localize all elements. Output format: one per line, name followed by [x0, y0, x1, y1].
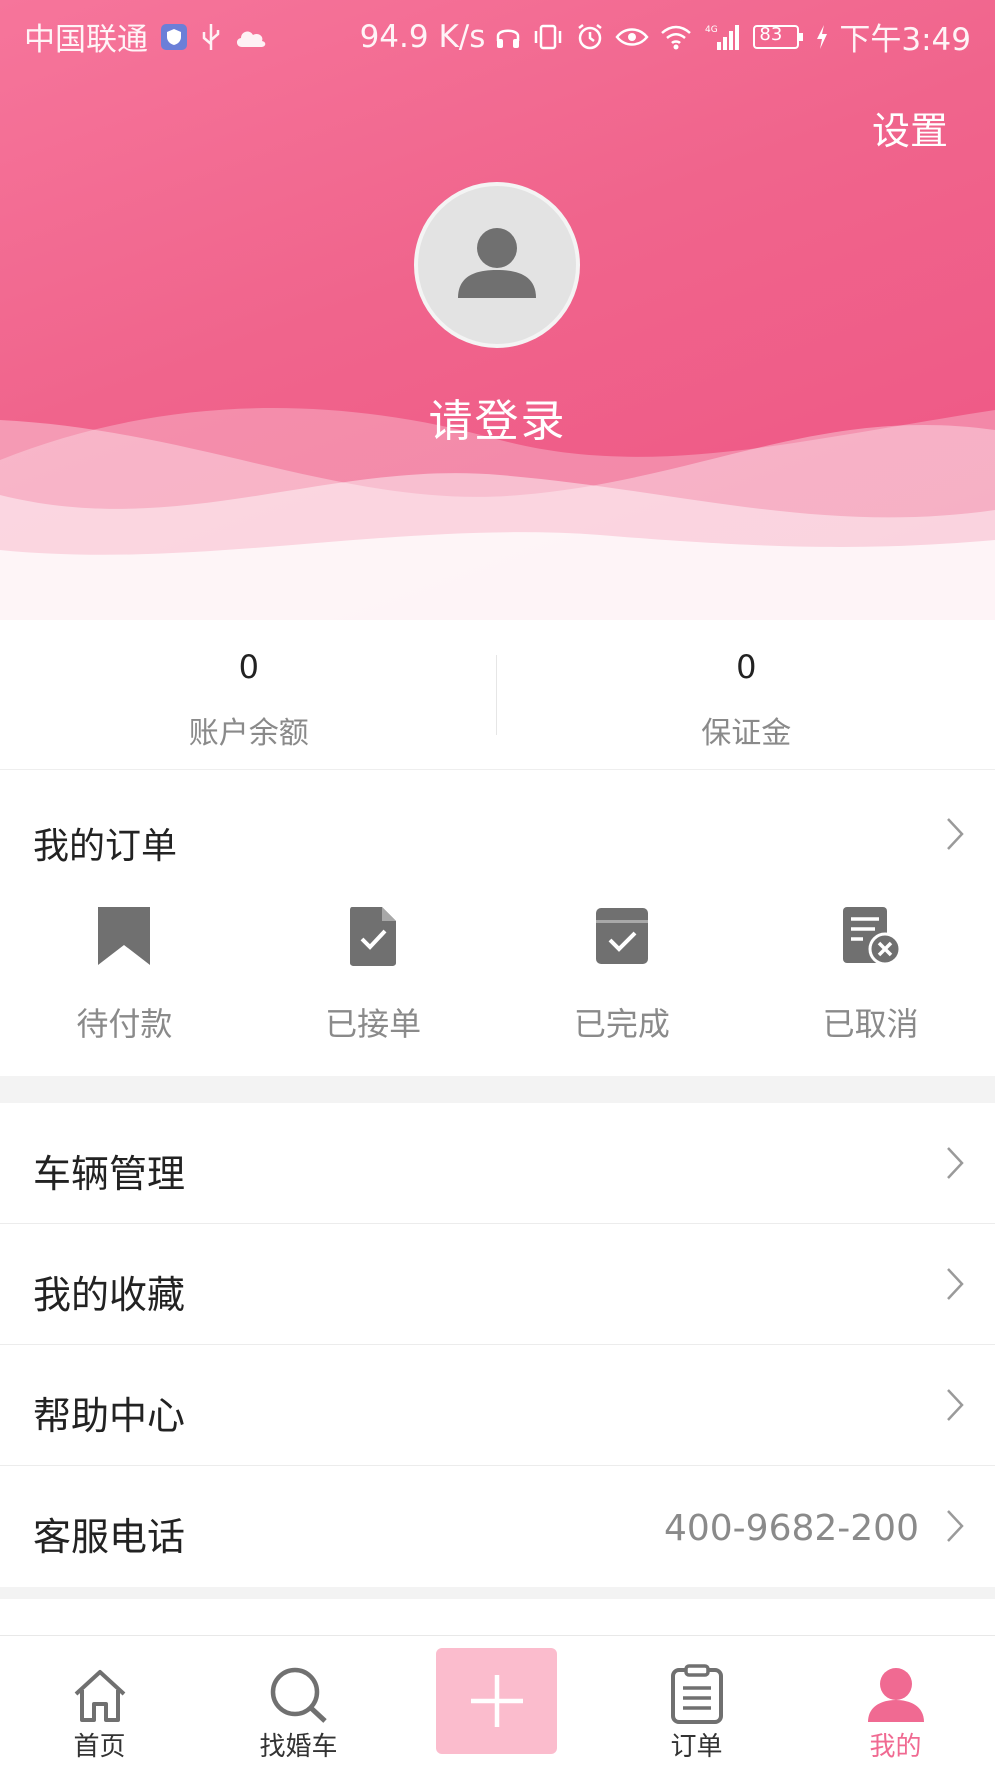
- stats-divider: [496, 655, 497, 735]
- tab-home-label: 首页: [73, 1732, 126, 1762]
- user-icon: [867, 1668, 924, 1722]
- menu-item-label: 车辆管理: [33, 1152, 186, 1196]
- plus-icon: [470, 1675, 523, 1727]
- balance-stat[interactable]: 0 账户余额: [0, 620, 498, 769]
- cloud-icon: [234, 25, 268, 49]
- charging-icon: [815, 24, 829, 50]
- status-bar: 中国联通 94.9 K/s 4G 83 下午3:49: [0, 0, 995, 70]
- avatar[interactable]: [414, 182, 580, 348]
- balance-label: 账户余额: [188, 716, 309, 751]
- tab-orders[interactable]: 订单: [597, 1636, 796, 1768]
- menu-my-favorites[interactable]: 我的收藏: [0, 1224, 995, 1345]
- order-accepted[interactable]: 已接单: [249, 901, 498, 1045]
- shield-icon: [160, 23, 188, 51]
- account-stats: 0 账户余额 0 保证金: [0, 620, 995, 770]
- order-completed[interactable]: 已完成: [498, 901, 747, 1045]
- net-speed: 94.9 K/s: [359, 18, 486, 55]
- deposit-value: 0: [736, 648, 757, 686]
- menu-item-label: 客服电话: [33, 1515, 186, 1559]
- chevron-right-icon[interactable]: [945, 816, 965, 856]
- my-orders-section: 我的订单 待付款 已接单 已完成 已取消: [0, 771, 995, 1076]
- document-cancel-icon: [842, 907, 901, 966]
- deposit-label: 保证金: [701, 716, 792, 751]
- chevron-right-icon: [945, 1266, 965, 1306]
- clipboard-icon: [670, 1664, 723, 1724]
- settings-button[interactable]: 设置: [872, 100, 948, 155]
- tab-mine-label: 我的: [869, 1732, 922, 1762]
- clock-time: 下午3:49: [839, 22, 971, 58]
- wifi-icon: [659, 23, 693, 51]
- tab-orders-label: 订单: [670, 1732, 723, 1762]
- menu-customer-service[interactable]: 客服电话 400-9682-200: [0, 1466, 995, 1587]
- alarm-icon: [575, 22, 605, 52]
- my-orders-title[interactable]: 我的订单: [33, 817, 177, 869]
- profile-header: 中国联通 94.9 K/s 4G 83 下午3:49 设置 请登录: [0, 0, 995, 620]
- add-button[interactable]: [436, 1648, 557, 1754]
- menu-vehicle-management[interactable]: 车辆管理: [0, 1103, 995, 1224]
- eye-icon: [615, 25, 649, 49]
- order-pending-payment[interactable]: 待付款: [0, 901, 249, 1045]
- customer-service-phone[interactable]: 400-9682-200: [664, 1508, 919, 1549]
- menu-help-center[interactable]: 帮助中心: [0, 1345, 995, 1466]
- order-completed-label: 已完成: [573, 1005, 670, 1043]
- document-check-icon: [350, 907, 397, 966]
- tab-find-car[interactable]: 找婚车: [199, 1636, 398, 1768]
- order-accepted-label: 已接单: [325, 1005, 422, 1043]
- order-cancelled-label: 已取消: [822, 1005, 919, 1043]
- tab-find-car-label: 找婚车: [259, 1732, 338, 1762]
- battery-icon: 83: [753, 23, 805, 51]
- search-icon: [270, 1667, 327, 1723]
- vibrate-icon: [531, 23, 565, 51]
- tab-mine[interactable]: 我的: [796, 1636, 995, 1768]
- chevron-right-icon: [945, 1508, 965, 1548]
- svg-text:4G: 4G: [705, 25, 718, 35]
- usb-icon: [200, 22, 222, 52]
- headphones-icon: [495, 23, 521, 51]
- settings-menu: 车辆管理 我的收藏 帮助中心 客服电话 400-9682-200: [0, 1103, 995, 1587]
- balance-value: 0: [238, 648, 259, 686]
- section-divider: [0, 1587, 995, 1599]
- deposit-stat[interactable]: 0 保证金: [498, 620, 995, 769]
- order-cancelled[interactable]: 已取消: [746, 901, 995, 1045]
- bookmark-icon: [98, 907, 151, 965]
- carrier-name: 中国联通: [24, 22, 148, 58]
- box-check-icon: [595, 908, 648, 964]
- section-divider: [0, 1076, 995, 1103]
- menu-item-label: 帮助中心: [33, 1394, 186, 1438]
- order-pending-label: 待付款: [76, 1005, 173, 1043]
- chevron-right-icon: [945, 1145, 965, 1185]
- chevron-right-icon: [945, 1387, 965, 1427]
- login-prompt[interactable]: 请登录: [0, 385, 995, 449]
- home-icon: [74, 1670, 125, 1722]
- signal-icon: 4G: [703, 22, 743, 52]
- user-avatar-icon: [458, 228, 536, 298]
- menu-item-label: 我的收藏: [33, 1273, 186, 1317]
- tab-home[interactable]: 首页: [0, 1636, 199, 1768]
- battery-level: 83: [759, 23, 783, 45]
